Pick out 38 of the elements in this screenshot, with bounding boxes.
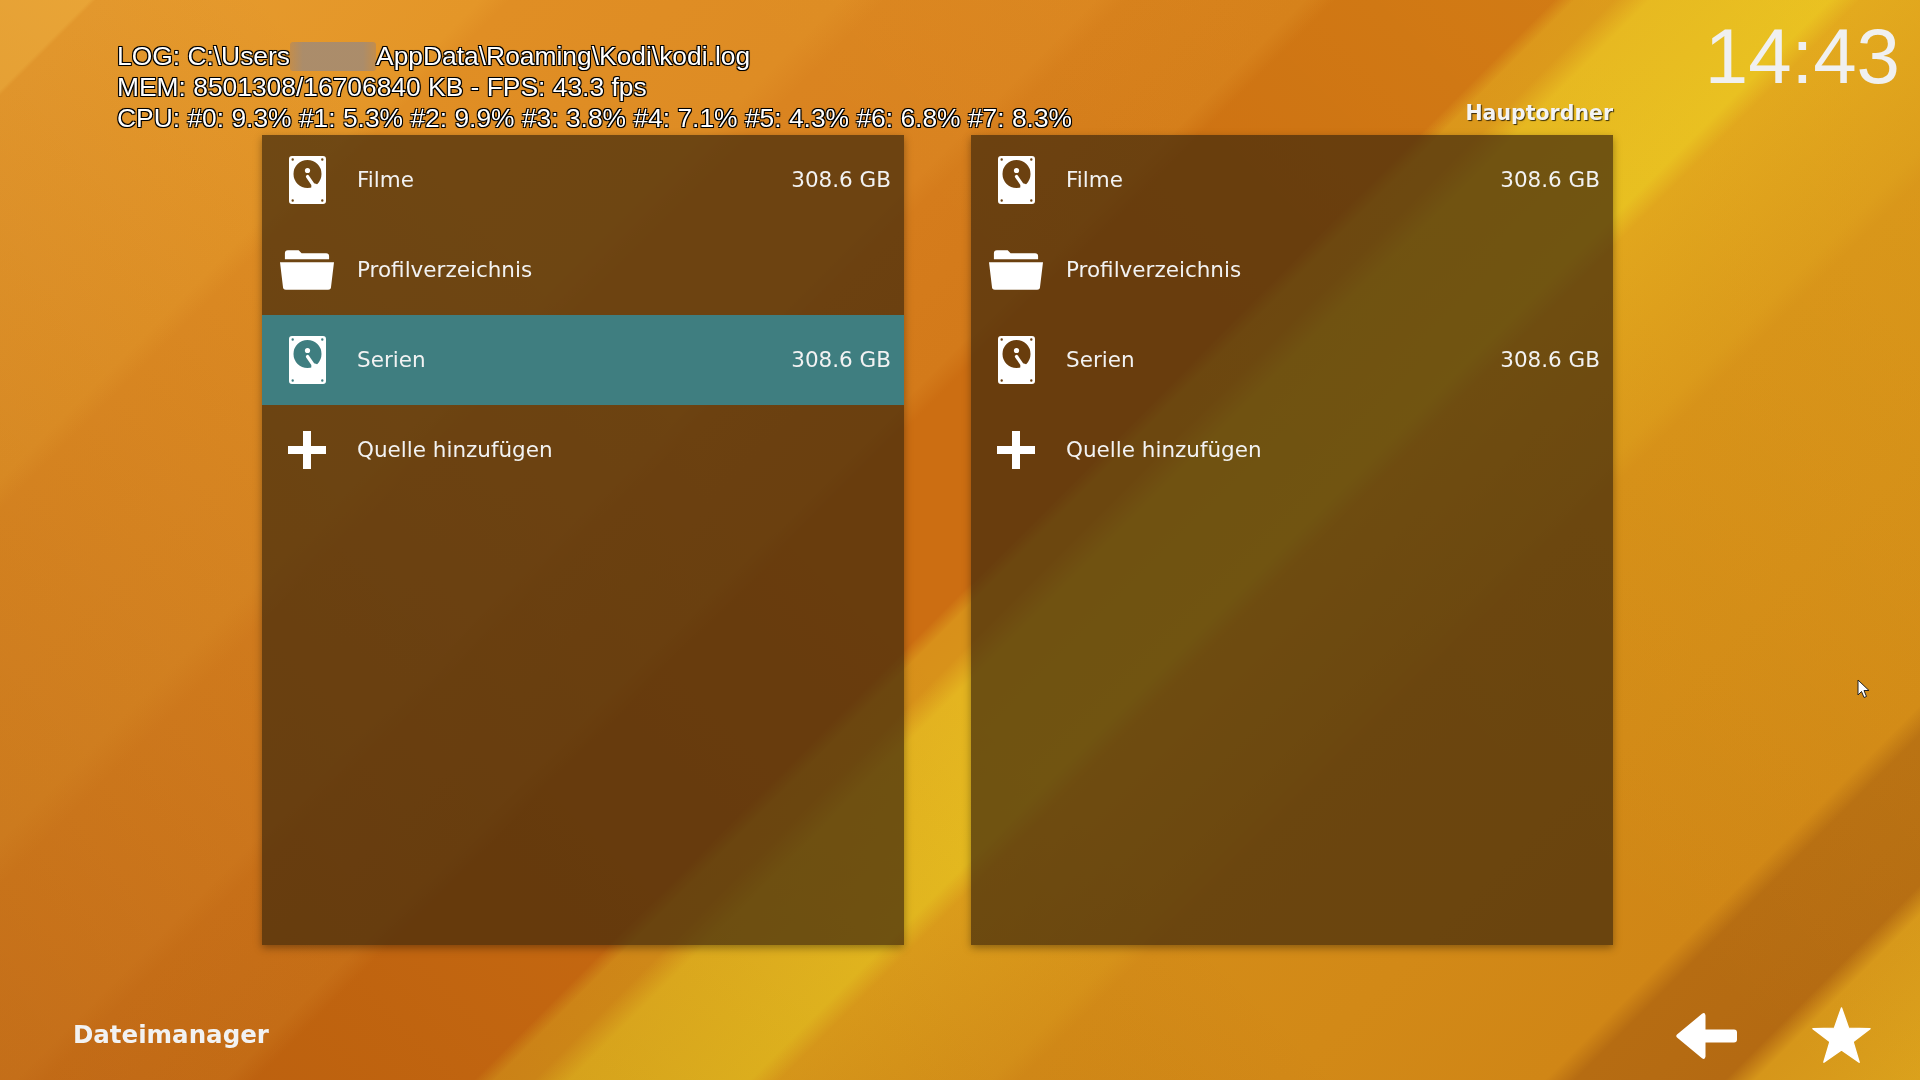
source-list-row[interactable]: Filme 308.6 GB <box>971 135 1613 225</box>
source-size: 308.6 GB <box>1500 345 1600 374</box>
hard-drive-icon <box>997 336 1035 384</box>
source-name: Profilverzeichnis <box>357 255 533 284</box>
mouse-pointer-icon <box>1857 679 1870 699</box>
debug-log-text: LOG: C:\Users <box>117 41 291 71</box>
debug-cpu-text: CPU: #0: 9.3% #1: 5.3% #2: 9.9% #3: 3.8% #4: 7.1% #5: 4.3% #6: 6.8% #7: 8.3% <box>117 103 1073 134</box>
source-size: 308.6 GB <box>791 165 891 194</box>
hard-drive-icon <box>997 156 1035 204</box>
debug-log-text: AppData\Roaming\Kodi\kodi.log <box>376 41 751 71</box>
debug-memory-text: MEM: 8501308/16706840 KB - FPS: 43.3 fps <box>117 72 648 103</box>
source-size: 308.6 GB <box>1500 165 1600 194</box>
source-name: Serien <box>1066 345 1135 374</box>
folder-icon <box>280 250 334 290</box>
hard-drive-icon <box>288 336 326 384</box>
source-name: Quelle hinzufügen <box>1066 435 1262 464</box>
plus-icon <box>288 431 326 469</box>
source-list-row[interactable]: Profilverzeichnis <box>971 225 1613 315</box>
window-title: Dateimanager <box>73 1019 269 1052</box>
source-name: Serien <box>357 345 426 374</box>
source-list-row[interactable]: Filme 308.6 GB <box>262 135 904 225</box>
source-name: Profilverzeichnis <box>1066 255 1242 284</box>
back-arrow-icon[interactable] <box>1676 1012 1737 1059</box>
folder-path-label: Hauptordner <box>1465 101 1613 126</box>
source-list-row[interactable]: Serien 308.6 GB <box>262 315 904 405</box>
source-list-row[interactable]: Quelle hinzufügen <box>262 405 904 495</box>
source-name: Filme <box>1066 165 1123 194</box>
source-list-row[interactable]: Profilverzeichnis <box>262 225 904 315</box>
source-list-row[interactable]: Quelle hinzufügen <box>971 405 1613 495</box>
source-name: Filme <box>357 165 414 194</box>
folder-icon <box>989 250 1043 290</box>
source-name: Quelle hinzufügen <box>357 435 553 464</box>
plus-icon <box>997 431 1035 469</box>
source-list-row[interactable]: Serien 308.6 GB <box>971 315 1613 405</box>
source-size: 308.6 GB <box>791 345 891 374</box>
star-icon[interactable] <box>1811 1006 1872 1065</box>
hard-drive-icon <box>288 156 326 204</box>
clock-time: 14:43 <box>1704 17 1900 95</box>
